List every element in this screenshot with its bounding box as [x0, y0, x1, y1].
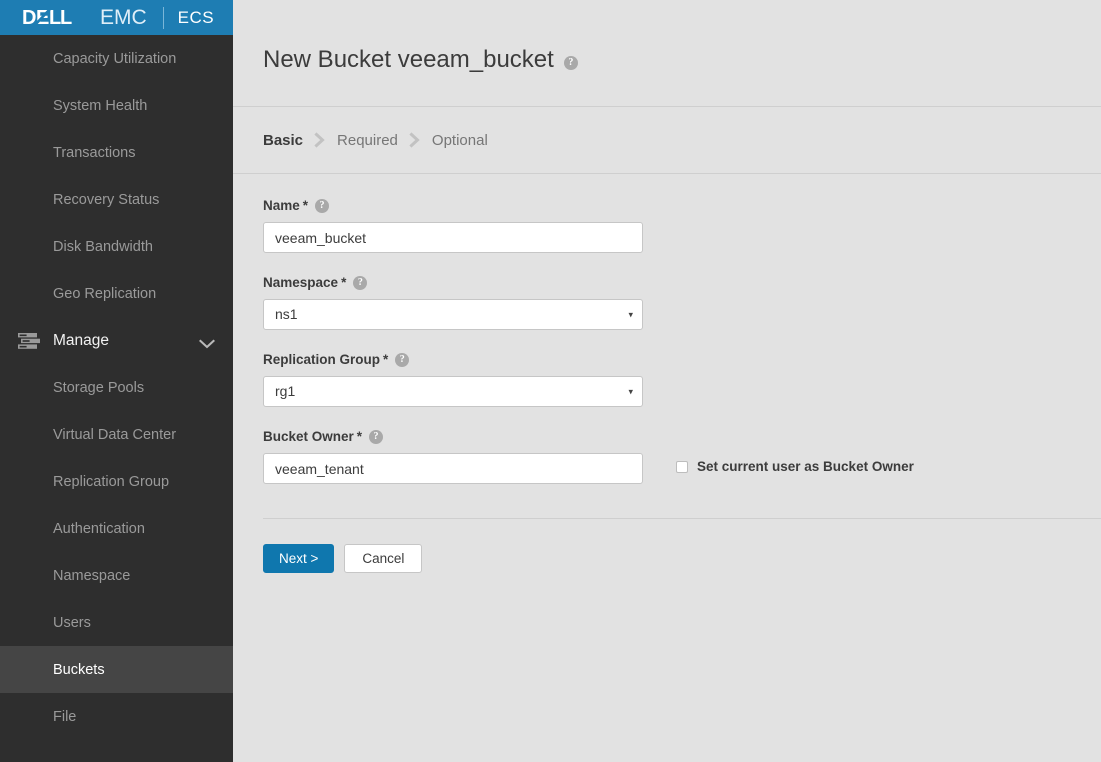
chevron-right-icon: [409, 132, 421, 148]
bucket-owner-label: Bucket Owner * ?: [263, 429, 1101, 444]
help-icon[interactable]: ?: [353, 276, 367, 290]
sidebar-item-storage-pools[interactable]: Storage Pools: [0, 364, 233, 411]
field-name: Name * ?: [263, 198, 1101, 253]
help-icon[interactable]: ?: [395, 353, 409, 367]
replication-group-select-wrap: rg1 ▾: [263, 376, 643, 407]
sidebar-item-label: Users: [53, 615, 91, 631]
bucket-form: Name * ? Namespace * ? ns1 ▾: [233, 174, 1101, 484]
help-icon[interactable]: ?: [564, 56, 578, 70]
next-button[interactable]: Next >: [263, 544, 334, 573]
namespace-select-wrap: ns1 ▾: [263, 299, 643, 330]
namespace-label: Namespace * ?: [263, 275, 1101, 290]
field-bucket-owner: Bucket Owner * ? Set current user as Buc…: [263, 429, 1101, 484]
sidebar-item-authentication[interactable]: Authentication: [0, 505, 233, 552]
name-label-text: Name: [263, 198, 300, 213]
required-marker: *: [357, 429, 362, 444]
help-icon[interactable]: ?: [315, 199, 329, 213]
namespace-select[interactable]: ns1: [263, 299, 643, 330]
required-marker: *: [341, 275, 346, 290]
sidebar-item-label: Transactions: [53, 145, 135, 161]
sidebar: D E L L EMC ECS Capacity Utilization Sys…: [0, 0, 233, 762]
replication-group-select[interactable]: rg1: [263, 376, 643, 407]
sidebar-item-label: Replication Group: [53, 474, 169, 490]
bucket-owner-label-text: Bucket Owner: [263, 429, 354, 444]
bucket-owner-row: Set current user as Bucket Owner: [263, 453, 1101, 484]
sidebar-item-label: Storage Pools: [53, 380, 144, 396]
cancel-button[interactable]: Cancel: [344, 544, 422, 573]
sidebar-item-label: Geo Replication: [53, 286, 156, 302]
name-label: Name * ?: [263, 198, 1101, 213]
sidebar-item-capacity-utilization[interactable]: Capacity Utilization: [0, 35, 233, 82]
page-title: New Bucket veeam_bucket ?: [233, 0, 1101, 74]
dell-logo[interactable]: D E L L: [22, 7, 100, 29]
svg-text:L: L: [60, 7, 72, 29]
sidebar-item-buckets[interactable]: Buckets: [0, 646, 233, 693]
required-marker: *: [383, 352, 388, 367]
step-optional[interactable]: Optional: [432, 132, 488, 149]
sidebar-nav: Capacity Utilization System Health Trans…: [0, 35, 233, 762]
main-content: New Bucket veeam_bucket ? Basic Required…: [233, 0, 1101, 762]
field-replication-group: Replication Group * ? rg1 ▾: [263, 352, 1101, 407]
sidebar-item-label: File: [53, 709, 76, 725]
sidebar-item-label: Virtual Data Center: [53, 427, 176, 443]
sidebar-item-label: System Health: [53, 98, 147, 114]
chevron-right-icon: [314, 132, 326, 148]
set-current-user-row[interactable]: Set current user as Bucket Owner: [676, 453, 914, 474]
field-namespace: Namespace * ? ns1 ▾: [263, 275, 1101, 330]
svg-text:D: D: [22, 7, 36, 29]
set-current-user-label: Set current user as Bucket Owner: [697, 459, 914, 474]
sidebar-item-namespace[interactable]: Namespace: [0, 552, 233, 599]
sidebar-item-recovery-status[interactable]: Recovery Status: [0, 176, 233, 223]
form-actions: Next > Cancel: [233, 519, 1101, 573]
replication-group-label-text: Replication Group: [263, 352, 380, 367]
sidebar-item-system-health[interactable]: System Health: [0, 82, 233, 129]
sidebar-item-label: Capacity Utilization: [53, 51, 176, 67]
sidebar-item-label: Authentication: [53, 521, 145, 537]
sidebar-item-label: Disk Bandwidth: [53, 239, 153, 255]
brand-header: D E L L EMC ECS: [0, 0, 233, 35]
namespace-label-text: Namespace: [263, 275, 338, 290]
step-required[interactable]: Required: [337, 132, 398, 149]
set-current-user-checkbox[interactable]: [676, 461, 688, 473]
required-marker: *: [303, 198, 308, 213]
name-input[interactable]: [263, 222, 643, 253]
ecs-portal: D E L L EMC ECS Capacity Utilization Sys…: [0, 0, 1101, 762]
sidebar-item-replication-group[interactable]: Replication Group: [0, 458, 233, 505]
sidebar-item-users[interactable]: Users: [0, 599, 233, 646]
sidebar-item-label: Buckets: [53, 662, 105, 678]
chevron-down-icon[interactable]: [199, 336, 215, 346]
server-stack-icon: [18, 332, 42, 349]
help-icon[interactable]: ?: [369, 430, 383, 444]
step-basic[interactable]: Basic: [263, 132, 303, 149]
replication-group-label: Replication Group * ?: [263, 352, 1101, 367]
product-name[interactable]: ECS: [178, 8, 214, 28]
sidebar-item-label: Recovery Status: [53, 192, 159, 208]
sidebar-item-disk-bandwidth[interactable]: Disk Bandwidth: [0, 223, 233, 270]
sidebar-item-label: Namespace: [53, 568, 130, 584]
sidebar-item-virtual-data-center[interactable]: Virtual Data Center: [0, 411, 233, 458]
sidebar-section-label: Manage: [53, 332, 109, 350]
wizard-steps: Basic Required Optional: [233, 107, 1101, 173]
emc-logo[interactable]: EMC: [100, 7, 147, 28]
sidebar-item-transactions[interactable]: Transactions: [0, 129, 233, 176]
bucket-owner-input[interactable]: [263, 453, 643, 484]
sidebar-section-manage[interactable]: Manage: [0, 317, 233, 364]
sidebar-item-geo-replication[interactable]: Geo Replication: [0, 270, 233, 317]
sidebar-item-file[interactable]: File: [0, 693, 233, 740]
page-title-text: New Bucket veeam_bucket: [263, 46, 554, 74]
brand-divider: [163, 7, 164, 29]
